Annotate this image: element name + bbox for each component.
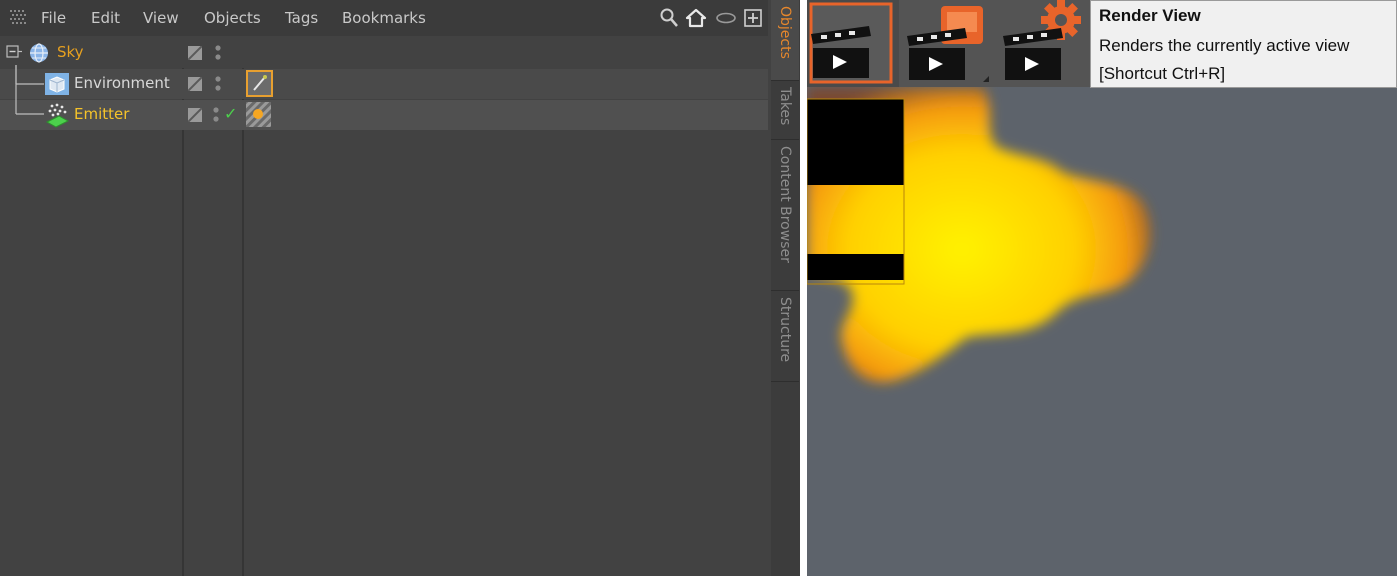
- hierarchy-line: [15, 65, 44, 115]
- clapperboard-icon: [811, 26, 871, 78]
- tab-content-browser[interactable]: Content Browser: [771, 140, 799, 291]
- object-row-sky[interactable]: Sky: [0, 38, 768, 68]
- object-name[interactable]: Sky: [57, 43, 84, 61]
- tab-takes-label: Takes: [777, 87, 793, 126]
- object-row-emitter[interactable]: Emitter ✓: [0, 65, 768, 130]
- visibility-dots-icon[interactable]: [214, 74, 222, 94]
- tab-structure[interactable]: Structure: [771, 291, 799, 382]
- menu-view[interactable]: View: [143, 9, 179, 27]
- panel-separator: [800, 0, 807, 576]
- fire-render-image: [807, 87, 1151, 383]
- tab-objects-label: Objects: [777, 6, 793, 59]
- environment-icon: [45, 73, 69, 95]
- tab-objects[interactable]: Objects: [771, 0, 799, 81]
- render-block: [807, 254, 904, 280]
- visibility-dots-icon[interactable]: [214, 43, 222, 63]
- enabled-check-icon[interactable]: ✓: [224, 104, 237, 123]
- view-icon[interactable]: [715, 7, 737, 29]
- object-manager-panel: File Edit View Objects Tags Bookmarks Sk…: [0, 0, 800, 576]
- tab-structure-label: Structure: [777, 297, 793, 363]
- render-settings-button[interactable]: [999, 0, 1091, 87]
- maximize-icon[interactable]: [742, 7, 764, 29]
- home-icon[interactable]: [685, 7, 707, 29]
- render-to-picture-viewer-button[interactable]: [903, 0, 995, 87]
- material-tag-icon[interactable]: [246, 70, 273, 97]
- side-tabs: Objects Takes Content Browser Structure: [771, 0, 800, 576]
- object-tree: Sky Environment Emitter ✓: [0, 38, 768, 576]
- render-view-button[interactable]: [807, 0, 899, 87]
- emitter-icon: [45, 103, 70, 128]
- object-name[interactable]: Environment: [74, 74, 170, 92]
- sky-globe-icon: [30, 43, 48, 63]
- object-row-environment[interactable]: Environment: [0, 65, 768, 99]
- tab-content-browser-label: Content Browser: [777, 146, 793, 263]
- render-view-tooltip: Render View Renders the currently active…: [1090, 0, 1397, 88]
- object-name[interactable]: Emitter: [74, 105, 129, 123]
- render-block: [807, 99, 904, 185]
- menu-bar: File Edit View Objects Tags Bookmarks: [0, 0, 768, 36]
- collapse-icon[interactable]: [6, 45, 22, 61]
- search-icon[interactable]: [658, 7, 680, 29]
- menu-file[interactable]: File: [41, 9, 66, 27]
- panel-grip-icon[interactable]: [10, 10, 28, 26]
- menu-bookmarks[interactable]: Bookmarks: [342, 9, 426, 27]
- tooltip-shortcut: [Shortcut Ctrl+R]: [1099, 64, 1226, 83]
- visibility-dots-icon[interactable]: [212, 105, 220, 125]
- render-toolbar: [807, 0, 1095, 87]
- layer-toggle-icon[interactable]: [188, 46, 202, 60]
- layer-toggle-icon[interactable]: [188, 77, 202, 91]
- particle-tag-icon[interactable]: [245, 101, 272, 128]
- viewport[interactable]: [807, 87, 1397, 576]
- menu-tags[interactable]: Tags: [285, 9, 318, 27]
- menu-objects[interactable]: Objects: [204, 9, 261, 27]
- layer-toggle-icon[interactable]: [188, 108, 202, 122]
- tooltip-description: Renders the currently active view: [1099, 36, 1350, 55]
- tooltip-title: Render View: [1099, 6, 1201, 25]
- menu-edit[interactable]: Edit: [91, 9, 120, 27]
- tab-takes[interactable]: Takes: [771, 81, 799, 140]
